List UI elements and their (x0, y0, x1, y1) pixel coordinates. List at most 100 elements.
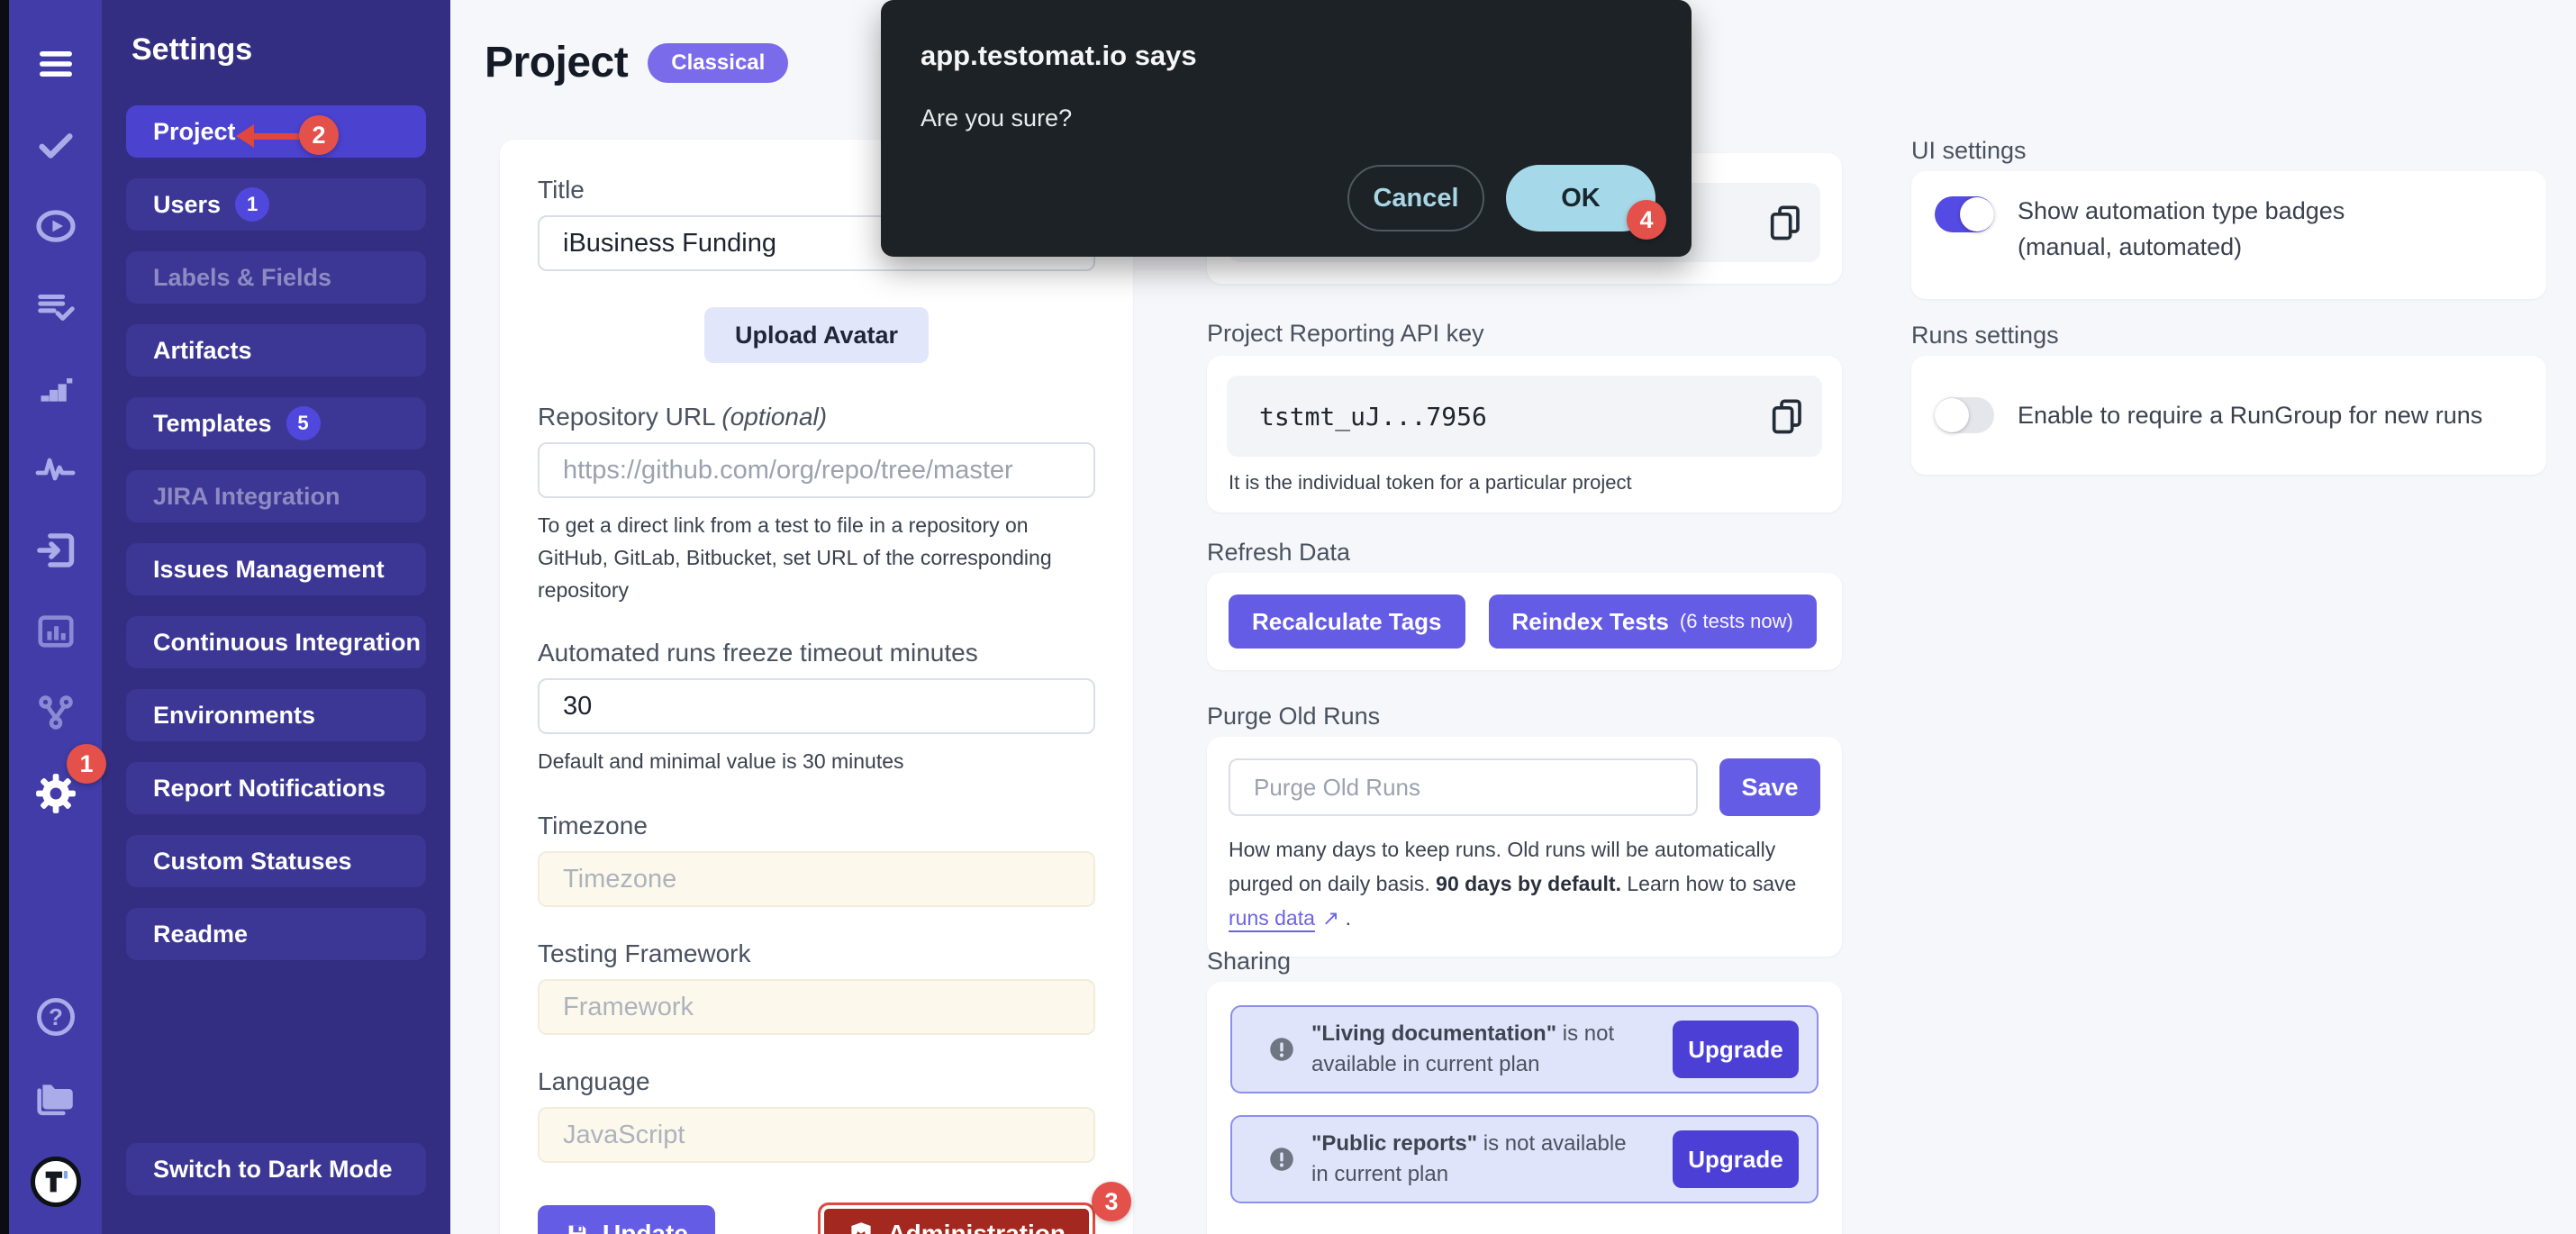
refresh-data-label: Refresh Data (1207, 539, 1350, 567)
sidebar-item-environments[interactable]: Environments (126, 689, 426, 741)
timezone-label: Timezone (538, 812, 1095, 840)
sharing-card: "Living documentation" is not available … (1207, 982, 1842, 1234)
projects-folder-icon[interactable] (33, 1075, 78, 1121)
testing-framework-label: Testing Framework (538, 939, 1095, 968)
plan-restriction-text: "Public reports" is not available in cur… (1311, 1129, 1628, 1190)
runs-settings-card: Enable to require a RunGroup for new run… (1911, 356, 2546, 475)
language-label: Language (538, 1067, 1095, 1096)
testomat-logo[interactable] (31, 1157, 81, 1207)
reports-bar-chart-icon[interactable] (33, 609, 78, 654)
dark-mode-toggle-item[interactable]: Switch to Dark Mode (126, 1143, 426, 1195)
ui-settings-label: UI settings (1911, 137, 2027, 165)
branches-git-icon[interactable] (33, 690, 78, 735)
recalculate-tags-button[interactable]: Recalculate Tags (1229, 594, 1465, 649)
reindex-tests-button[interactable]: Reindex Tests (6 tests now) (1489, 594, 1817, 649)
sidebar-item-custom-statuses[interactable]: Custom Statuses (126, 835, 426, 887)
templates-count-badge: 5 (286, 406, 321, 440)
runs-play-icon[interactable] (33, 204, 78, 249)
app-screen: ? Settings Project Users 1 Labels & Field… (0, 0, 2576, 1234)
dialog-title: app.testomat.io says (921, 40, 1652, 72)
purge-help-end: . (1339, 906, 1351, 930)
window-edge (0, 0, 9, 1234)
reindex-note: (6 tests now) (1680, 610, 1793, 633)
require-rungroup-toggle[interactable] (1935, 397, 1994, 433)
nav-label: Custom Statuses (153, 848, 352, 876)
upgrade-button[interactable]: Upgrade (1673, 1130, 1799, 1188)
update-button[interactable]: Update (538, 1205, 715, 1234)
purge-old-runs-card: Save How many days to keep runs. Old run… (1207, 737, 1842, 957)
feature-name: "Public reports" (1311, 1131, 1477, 1156)
project-form-card: Title Upload Avatar Repository URL (opti… (500, 140, 1133, 1234)
living-documentation-plan-box: "Living documentation" is not available … (1230, 1005, 1819, 1093)
help-icon[interactable]: ? (33, 994, 78, 1039)
project-mode-badge: Classical (648, 43, 788, 83)
refresh-data-card: Recalculate Tags Reindex Tests (6 tests … (1207, 573, 1842, 670)
sidebar-item-continuous-integration[interactable]: Continuous Integration (126, 616, 426, 668)
repository-url-label: Repository URL (optional) (538, 403, 1095, 431)
tests-check-icon[interactable] (33, 122, 78, 168)
repository-url-input[interactable] (538, 442, 1095, 498)
freeze-timeout-input[interactable] (538, 678, 1095, 734)
runs-data-link[interactable]: runs data (1229, 906, 1315, 930)
page-heading-row: Project Classical (485, 38, 788, 87)
page-title: Project (485, 38, 628, 87)
administration-button[interactable]: Administration (818, 1202, 1095, 1234)
sidebar-item-templates[interactable]: Templates 5 (126, 397, 426, 449)
cancel-button[interactable]: Cancel (1347, 165, 1484, 231)
nav-label: Artifacts (153, 337, 252, 365)
toggle-knob (1935, 398, 1969, 432)
administration-label: Administration (887, 1220, 1066, 1234)
sidebar-item-readme[interactable]: Readme (126, 908, 426, 960)
users-count-badge: 1 (235, 187, 269, 222)
dialog-message: Are you sure? (921, 104, 1652, 132)
save-button[interactable]: Save (1719, 758, 1820, 816)
sidebar-item-jira-integration[interactable]: JIRA Integration (126, 470, 426, 522)
annotation-step-4: 4 (1627, 200, 1666, 240)
sidebar-item-labels-fields[interactable]: Labels & Fields (126, 251, 426, 304)
public-reports-plan-box: "Public reports" is not available in cur… (1230, 1115, 1819, 1203)
save-floppy-icon (565, 1221, 590, 1234)
copy-icon[interactable] (1768, 396, 1804, 436)
menu-icon[interactable] (33, 41, 78, 86)
nav-label: Report Notifications (153, 775, 385, 803)
annotation-step-1: 1 (67, 744, 106, 784)
nav-label: Continuous Integration (153, 629, 421, 657)
plans-list-check-icon[interactable] (33, 285, 78, 330)
copy-icon[interactable] (1766, 203, 1802, 242)
nav-label: Issues Management (153, 556, 385, 584)
sidebar-item-artifacts[interactable]: Artifacts (126, 324, 426, 377)
settings-gear-icon[interactable] (33, 771, 78, 816)
testing-framework-input[interactable] (538, 979, 1095, 1035)
activity-pulse-icon[interactable] (33, 447, 78, 492)
api-key-card: tstmt_uJ...7956 It is the individual tok… (1207, 356, 1842, 513)
nav-label: Readme (153, 921, 248, 948)
sidebar-item-report-notifications[interactable]: Report Notifications (126, 762, 426, 814)
import-sign-in-icon[interactable] (33, 528, 78, 573)
sharing-label: Sharing (1207, 948, 1291, 975)
purge-days-input[interactable] (1229, 758, 1698, 816)
purge-help-bold: 90 days by default. (1436, 872, 1621, 895)
settings-nav-panel: Settings Project Users1 Labels & Fields … (102, 0, 450, 1234)
nav-label: Labels & Fields (153, 264, 331, 292)
icon-rail: ? (9, 0, 102, 1234)
purge-old-runs-label: Purge Old Runs (1207, 703, 1380, 730)
automation-badges-toggle-text: Show automation type badges (manual, aut… (2018, 193, 2441, 277)
reindex-label: Reindex Tests (1512, 608, 1669, 636)
timezone-input[interactable] (538, 851, 1095, 907)
annotation-step-2: 2 (299, 115, 339, 155)
automation-badges-toggle[interactable] (1935, 196, 1994, 232)
milestones-steps-icon[interactable] (33, 366, 78, 411)
upload-avatar-button[interactable]: Upload Avatar (704, 307, 929, 363)
sidebar-item-users[interactable]: Users 1 (126, 178, 426, 231)
nav-label: Users (153, 191, 221, 219)
language-input[interactable] (538, 1107, 1095, 1163)
settings-title: Settings (132, 32, 426, 68)
upgrade-button[interactable]: Upgrade (1673, 1021, 1799, 1078)
reporting-api-key-label: Project Reporting API key (1207, 320, 1484, 348)
admin-shield-icon (848, 1220, 875, 1234)
api-token-value: tstmt_uJ...7956 (1227, 402, 1487, 431)
ui-settings-card: Show automation type badges (manual, aut… (1911, 171, 2546, 299)
sidebar-item-issues-management[interactable]: Issues Management (126, 543, 426, 595)
nav-label: Environments (153, 702, 315, 730)
nav-label: Templates (153, 410, 272, 438)
